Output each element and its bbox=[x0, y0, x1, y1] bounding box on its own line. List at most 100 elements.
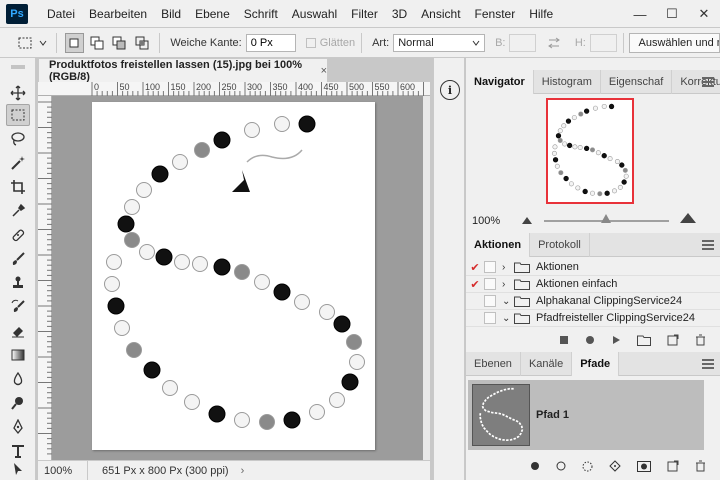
check-icon[interactable]: ✔ bbox=[466, 261, 484, 274]
zoom-level[interactable]: 100% bbox=[38, 461, 88, 480]
stroke-path-icon[interactable] bbox=[556, 461, 566, 471]
action-set-row[interactable]: ✔ › Aktionen bbox=[466, 259, 720, 276]
tab-navigator[interactable]: Navigator bbox=[466, 70, 534, 94]
crop-tool-icon[interactable] bbox=[6, 176, 30, 198]
close-button[interactable]: ✕ bbox=[688, 0, 720, 28]
image-canvas[interactable] bbox=[92, 102, 375, 450]
new-selection-icon[interactable] bbox=[64, 32, 84, 53]
menu-ansicht[interactable]: Ansicht bbox=[414, 7, 467, 21]
action-set-row[interactable]: ⌄ Pfadfreisteller ClippingService24 bbox=[466, 310, 720, 327]
zoom-in-icon[interactable] bbox=[680, 213, 696, 223]
menu-hilfe[interactable]: Hilfe bbox=[522, 7, 560, 21]
panel-menu-icon[interactable] bbox=[702, 77, 714, 87]
gradient-tool-icon[interactable] bbox=[6, 344, 30, 366]
play-icon[interactable] bbox=[611, 335, 621, 345]
minimize-button[interactable]: — bbox=[624, 0, 656, 28]
new-set-folder-icon[interactable] bbox=[637, 335, 651, 346]
lasso-tool-icon[interactable] bbox=[6, 128, 30, 150]
menu-3d[interactable]: 3D bbox=[385, 7, 414, 21]
trash-icon[interactable] bbox=[695, 460, 706, 472]
make-work-path-icon[interactable] bbox=[609, 460, 621, 472]
panel-menu-icon[interactable] bbox=[702, 359, 714, 369]
tab-layers[interactable]: Ebenen bbox=[466, 352, 521, 376]
chevron-down-icon[interactable]: ⌄ bbox=[502, 313, 514, 324]
intersect-selection-icon[interactable] bbox=[133, 33, 152, 53]
dialog-toggle-box[interactable] bbox=[484, 312, 496, 324]
info-icon[interactable]: i bbox=[440, 80, 460, 100]
tab-histogram[interactable]: Histogram bbox=[534, 70, 601, 94]
navigator-zoom-value[interactable]: 100% bbox=[466, 215, 514, 227]
zoom-slider-handle[interactable] bbox=[601, 214, 611, 223]
chevron-right-icon[interactable]: › bbox=[502, 279, 514, 290]
menu-auswahl[interactable]: Auswahl bbox=[285, 7, 344, 21]
history-brush-tool-icon[interactable] bbox=[6, 296, 30, 318]
menu-datei[interactable]: Datei bbox=[40, 7, 82, 21]
tab-properties[interactable]: Eigenschaf bbox=[601, 70, 673, 94]
smooth-option: Glätten bbox=[305, 37, 355, 49]
action-set-row[interactable]: ✔ › Aktionen einfach bbox=[466, 276, 720, 293]
panel-menu-icon[interactable] bbox=[702, 240, 714, 250]
path-row[interactable]: Pfad 1 bbox=[468, 380, 704, 450]
magic-wand-tool-icon[interactable] bbox=[6, 152, 30, 174]
path-selection-tool-icon[interactable] bbox=[6, 460, 30, 478]
swap-dimensions-icon[interactable] bbox=[544, 33, 563, 53]
add-mask-icon[interactable] bbox=[637, 460, 651, 472]
record-icon[interactable] bbox=[585, 335, 595, 345]
type-tool-icon[interactable] bbox=[6, 440, 30, 462]
load-selection-icon[interactable] bbox=[582, 461, 593, 472]
menu-fenster[interactable]: Fenster bbox=[468, 7, 523, 21]
menu-schrift[interactable]: Schrift bbox=[237, 7, 285, 21]
chevron-down-icon[interactable]: ⌄ bbox=[502, 296, 514, 307]
smooth-checkbox[interactable] bbox=[305, 37, 316, 48]
trash-icon[interactable] bbox=[695, 334, 706, 346]
dodge-tool-icon[interactable] bbox=[6, 392, 30, 414]
width-input[interactable] bbox=[509, 33, 537, 52]
close-icon[interactable]: × bbox=[321, 65, 327, 77]
feather-input[interactable] bbox=[245, 33, 296, 52]
menu-bild[interactable]: Bild bbox=[154, 7, 188, 21]
rectangular-marquee-tool-icon[interactable] bbox=[6, 104, 30, 126]
clone-stamp-tool-icon[interactable] bbox=[6, 272, 30, 294]
style-select[interactable]: Normal bbox=[393, 33, 486, 52]
document-scrollbar[interactable] bbox=[423, 96, 430, 460]
move-tool-icon[interactable] bbox=[6, 82, 30, 104]
chevron-down-icon[interactable] bbox=[39, 33, 48, 53]
check-icon[interactable]: ✔ bbox=[466, 278, 484, 291]
subtract-selection-icon[interactable] bbox=[110, 33, 129, 53]
add-selection-icon[interactable] bbox=[88, 33, 107, 53]
menu-ebene[interactable]: Ebene bbox=[188, 7, 237, 21]
dialog-toggle-box[interactable] bbox=[484, 295, 496, 307]
document-title: Produktfotos freistellen lassen (15).jpg… bbox=[49, 58, 303, 83]
dialog-toggle-box[interactable] bbox=[484, 261, 496, 273]
new-action-icon[interactable] bbox=[667, 334, 679, 346]
toolbar-grip-icon bbox=[10, 60, 26, 69]
tab-channels[interactable]: Kanäle bbox=[521, 352, 573, 376]
select-and-mask-button[interactable]: Auswählen und mask bbox=[629, 32, 720, 53]
height-input[interactable] bbox=[589, 33, 617, 52]
blur-tool-icon[interactable] bbox=[6, 368, 30, 390]
menu-bearbeiten[interactable]: Bearbeiten bbox=[82, 7, 154, 21]
action-set-row[interactable]: ⌄ Alphakanal ClippingService24 bbox=[466, 293, 720, 310]
brush-tool-icon[interactable] bbox=[6, 248, 30, 270]
marquee-tool-preset-icon[interactable] bbox=[16, 33, 35, 53]
tab-history[interactable]: Protokoll bbox=[530, 233, 590, 257]
fill-path-icon[interactable] bbox=[530, 461, 540, 471]
document-tab[interactable]: Produktfotos freistellen lassen (15).jpg… bbox=[38, 58, 328, 83]
chevron-right-icon[interactable]: › bbox=[502, 262, 514, 273]
dialog-toggle-box[interactable] bbox=[484, 278, 496, 290]
eraser-tool-icon[interactable] bbox=[6, 320, 30, 342]
maximize-button[interactable]: ☐ bbox=[656, 0, 688, 28]
healing-brush-tool-icon[interactable] bbox=[6, 224, 30, 246]
menu-filter[interactable]: Filter bbox=[344, 7, 385, 21]
stop-icon[interactable] bbox=[559, 335, 569, 345]
navigator-preview[interactable] bbox=[546, 98, 634, 204]
status-menu-arrow[interactable]: › bbox=[241, 465, 245, 477]
action-set-label: Alphakanal ClippingService24 bbox=[536, 295, 683, 307]
new-path-icon[interactable] bbox=[667, 460, 679, 472]
pen-tool-icon[interactable] bbox=[6, 416, 30, 438]
tab-paths[interactable]: Pfade bbox=[572, 352, 620, 376]
zoom-out-icon[interactable] bbox=[522, 216, 532, 224]
eyedropper-tool-icon[interactable] bbox=[6, 200, 30, 222]
tab-actions[interactable]: Aktionen bbox=[466, 233, 531, 257]
ruler-tick-label: 600 bbox=[400, 82, 416, 92]
